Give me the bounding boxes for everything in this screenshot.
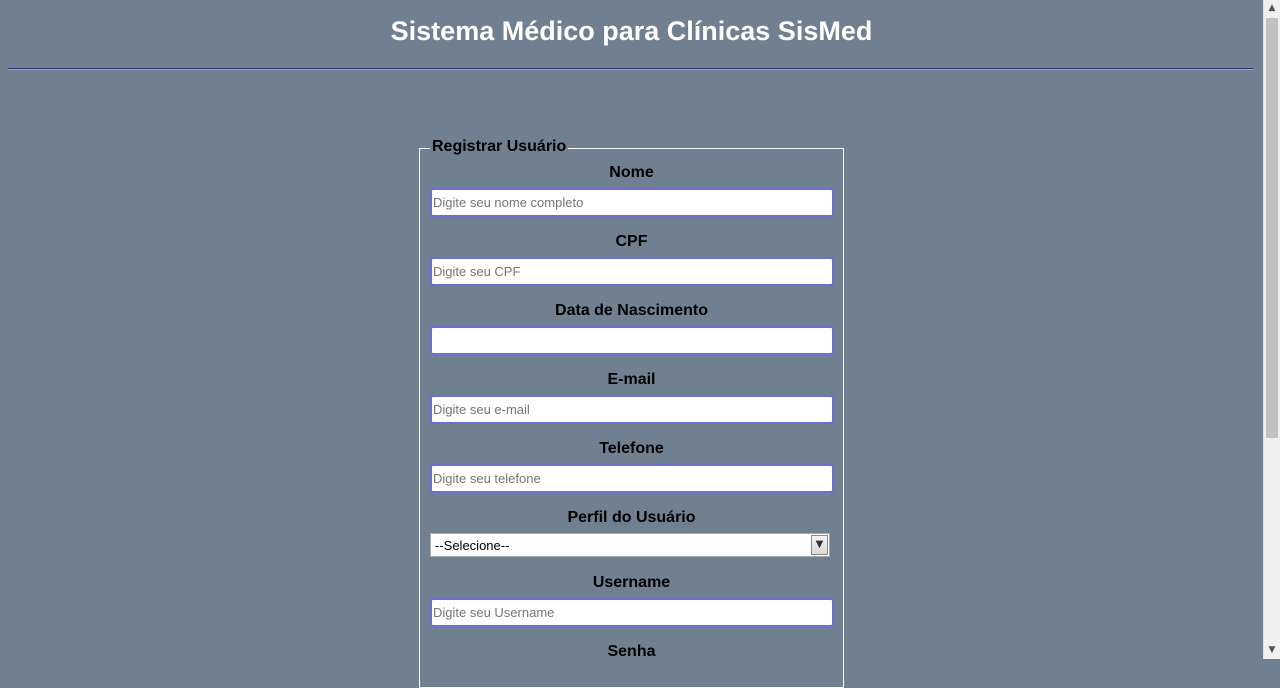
fieldset-legend: Registrar Usuário bbox=[430, 138, 569, 156]
scrollbar-thumb[interactable] bbox=[1266, 18, 1278, 438]
vertical-scrollbar[interactable]: ▲ ▼ bbox=[1263, 0, 1280, 659]
page-title: Sistema Médico para Clínicas SisMed bbox=[390, 16, 873, 46]
page: Sistema Médico para Clínicas SisMed Regi… bbox=[0, 0, 1263, 688]
username-label: Username bbox=[592, 574, 671, 591]
birthdate-label: Data de Nascimento bbox=[555, 302, 708, 319]
name-label: Nome bbox=[609, 164, 654, 181]
phone-input[interactable] bbox=[430, 464, 834, 493]
name-input[interactable] bbox=[430, 188, 834, 217]
email-input[interactable] bbox=[430, 395, 834, 424]
chevron-down-icon[interactable]: ▼ bbox=[811, 535, 828, 555]
username-input[interactable] bbox=[430, 598, 834, 627]
password-label: Senha bbox=[607, 643, 656, 660]
email-label: E-mail bbox=[607, 371, 656, 388]
cpf-input[interactable] bbox=[430, 257, 834, 286]
profile-label: Perfil do Usuário bbox=[567, 509, 696, 526]
scroll-up-arrow-icon[interactable]: ▲ bbox=[1264, 0, 1280, 17]
cpf-label: CPF bbox=[615, 233, 648, 250]
birthdate-input[interactable] bbox=[430, 326, 834, 355]
profile-select[interactable]: --Selecione-- ▼ bbox=[430, 533, 830, 557]
scroll-down-arrow-icon[interactable]: ▼ bbox=[1264, 642, 1280, 659]
phone-label: Telefone bbox=[599, 440, 664, 457]
header-divider bbox=[8, 68, 1254, 70]
profile-select-value: --Selecione-- bbox=[435, 538, 510, 553]
